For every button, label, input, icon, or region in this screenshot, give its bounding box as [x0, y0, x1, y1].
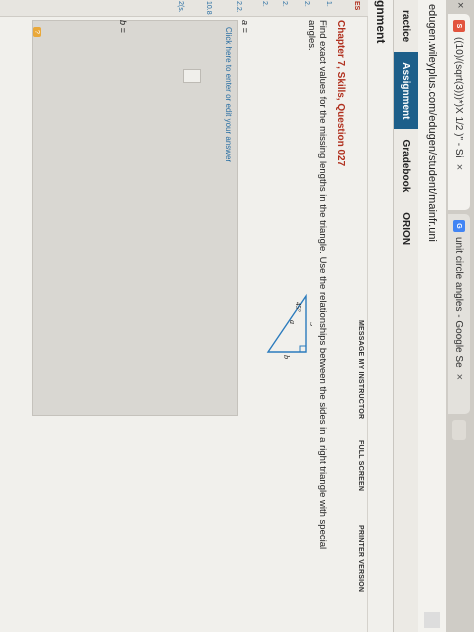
question-toolbar: MESSAGE MY INSTRUCTOR FULL SCREEN PRINTE…	[350, 20, 364, 620]
nav-orion[interactable]: ORION	[394, 202, 418, 255]
question-list: ES 1. 2. 2. 2. 2.2. 10.8 2(s.	[0, 0, 368, 17]
tab-title: unit circle angles - Google Se	[453, 237, 465, 368]
assignment-header: gnment	[367, 0, 394, 632]
message-instructor-button[interactable]: MESSAGE MY INSTRUCTOR	[357, 320, 364, 419]
question-title: Chapter 7, Skills, Question 027	[335, 20, 346, 167]
tab-symbolab[interactable]: S ((10)/(sqrt(3)))*)X 1/2 )" - Si ×	[448, 14, 470, 210]
edit-answer-link[interactable]: Click here to enter or edit your answer	[224, 27, 233, 162]
tab-title: ((10)/(sqrt(3)))*)X 1/2 )" - Si	[453, 37, 465, 158]
nav-practice[interactable]: ractice	[394, 0, 418, 52]
full-screen-button[interactable]: FULL SCREEN	[357, 440, 364, 491]
list-item[interactable]: 1.	[325, 1, 332, 7]
help-icon[interactable]: ?	[33, 27, 41, 37]
close-icon[interactable]: ×	[453, 374, 465, 380]
assignment-header-text: gnment	[374, 0, 388, 44]
url-text[interactable]: edugen.wileyplus.com/edugen/student/main…	[426, 0, 438, 242]
close-icon[interactable]: ×	[453, 164, 465, 170]
nav-gradebook[interactable]: Gradebook	[394, 129, 418, 202]
angle-label: 45°	[294, 302, 302, 312]
list-item[interactable]: 2.	[303, 1, 310, 7]
answer-a-label: a =	[240, 20, 250, 33]
list-item[interactable]: 10.8	[205, 1, 212, 15]
new-tab-button[interactable]	[452, 420, 466, 440]
right-angle-mark	[299, 345, 306, 352]
address-bar[interactable]: edugen.wileyplus.com/edugen/student/main…	[417, 0, 446, 632]
google-favicon-icon: G	[453, 220, 465, 232]
list-item[interactable]: 2(s.	[177, 1, 184, 13]
base-label: 5	[308, 322, 312, 326]
side-a-label: a	[288, 320, 297, 324]
list-item[interactable]: ES	[353, 1, 360, 10]
list-item[interactable]: 2.	[261, 1, 268, 7]
answer-input[interactable]	[183, 69, 201, 83]
course-nav: ractice Assignment Gradebook ORION	[393, 0, 418, 632]
triangle-figure: a b 45° 5	[260, 292, 317, 364]
list-item[interactable]: 2.	[281, 1, 288, 7]
answer-b-label: b =	[118, 20, 128, 33]
browser-screen: × S ((10)/(sqrt(3)))*)X 1/2 )" - Si × G …	[0, 0, 474, 632]
close-icon[interactable]: ×	[454, 2, 466, 8]
question-content: MESSAGE MY INSTRUCTOR FULL SCREEN PRINTE…	[0, 20, 368, 632]
symbolab-favicon-icon: S	[453, 20, 465, 32]
side-b-label: b	[282, 355, 291, 359]
tab-google[interactable]: G unit circle angles - Google Se ×	[448, 214, 470, 414]
list-item[interactable]: 2.2.	[235, 1, 242, 13]
extension-icon[interactable]	[424, 612, 440, 628]
tab-bar: × S ((10)/(sqrt(3)))*)X 1/2 )" - Si × G …	[445, 0, 474, 632]
triangle-svg: a b 45° 5	[266, 293, 317, 359]
nav-assignment[interactable]: Assignment	[394, 52, 418, 130]
answer-panel[interactable]: Click here to enter or edit your answer …	[32, 20, 238, 416]
printer-version-button[interactable]: PRINTER VERSION	[357, 525, 364, 592]
